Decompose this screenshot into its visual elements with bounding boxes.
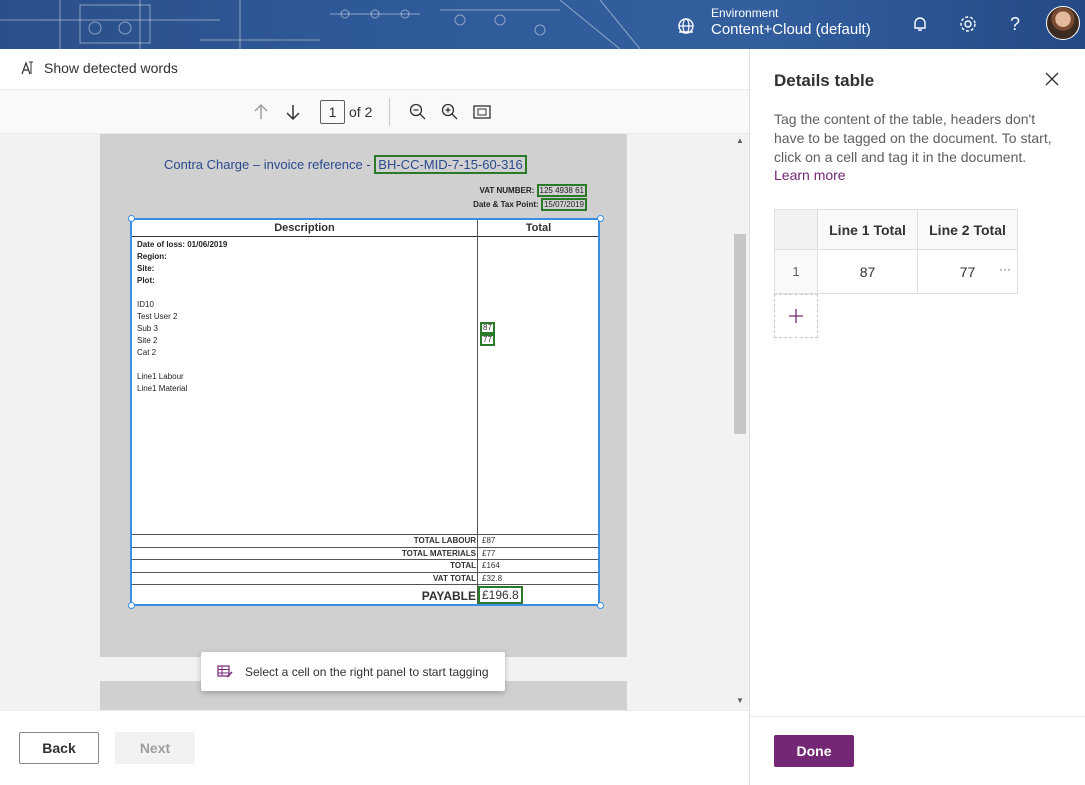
toolbar-divider	[389, 98, 390, 126]
blueprint-banner	[0, 0, 641, 49]
table-selection-outline	[130, 218, 600, 606]
document-title: Contra Charge – invoice reference - BH-C…	[164, 155, 527, 174]
environment-label: Environment	[711, 6, 779, 20]
page-number-input[interactable]: 1	[320, 100, 345, 124]
column-header[interactable]: Line 1 Total	[817, 209, 918, 250]
vat-number-value[interactable]: 125 4938 61	[536, 184, 587, 197]
top-bar: Environment Content+Cloud (default) ?	[0, 0, 1085, 49]
command-bar: Show detected words	[0, 49, 749, 90]
panel-footer: Done	[750, 716, 1085, 785]
arrow-up-icon	[254, 103, 268, 119]
arrow-down-icon	[286, 105, 300, 121]
next-page-button[interactable]	[281, 100, 305, 124]
zoom-in-icon	[441, 103, 458, 120]
environment-globe-icon	[678, 18, 694, 34]
column-header[interactable]: Line 2 Total	[917, 209, 1018, 250]
zoom-out-icon	[409, 103, 426, 120]
viewer-toolbar: 1 of 2	[0, 90, 749, 134]
document-viewer[interactable]: Contra Charge – invoice reference - BH-C…	[0, 134, 749, 710]
close-icon	[1045, 72, 1059, 86]
environment-value: Content+Cloud (default)	[711, 21, 871, 38]
show-detected-words-label: Show detected words	[44, 60, 178, 76]
back-button[interactable]: Back	[19, 732, 99, 764]
tax-point-label: Date & Tax Point:	[473, 200, 539, 209]
panel-description: Tag the content of the table, headers do…	[774, 111, 1052, 165]
gear-icon[interactable]	[957, 13, 979, 35]
selection-handle[interactable]	[128, 602, 135, 609]
avatar[interactable]	[1046, 6, 1080, 40]
document-title-prefix: Contra Charge – invoice reference -	[164, 157, 371, 172]
tax-point-line: Date & Tax Point: 15/07/2019	[473, 198, 587, 211]
show-detected-words-button[interactable]: Show detected words	[20, 60, 178, 76]
help-icon[interactable]: ?	[1004, 13, 1026, 35]
fit-page-icon	[473, 105, 491, 119]
table-cell[interactable]: 77 ···	[917, 249, 1018, 294]
row-number: 1	[774, 249, 818, 294]
table-cell-value: 77	[959, 263, 976, 280]
panel-title: Details table	[774, 71, 875, 90]
document-page: Contra Charge – invoice reference - BH-C…	[100, 134, 627, 657]
tagging-hint-toast: Select a cell on the right panel to star…	[201, 652, 505, 691]
toast-text: Select a cell on the right panel to star…	[245, 664, 489, 679]
plus-icon	[789, 309, 803, 323]
previous-page-button[interactable]	[249, 100, 273, 124]
zoom-out-button[interactable]	[406, 100, 430, 124]
zoom-in-button[interactable]	[438, 100, 462, 124]
done-button[interactable]: Done	[774, 735, 854, 767]
table-corner-cell	[774, 209, 818, 250]
page-count: of 2	[349, 104, 373, 120]
add-row-button[interactable]	[774, 294, 818, 338]
scrollbar-thumb[interactable]	[734, 234, 746, 434]
scroll-up-icon[interactable]: ▲	[736, 136, 744, 145]
bell-icon[interactable]	[909, 13, 931, 35]
vat-number-line: VAT NUMBER: 125 4938 61	[479, 184, 587, 197]
selection-handle[interactable]	[597, 215, 604, 222]
viewer-scrollbar[interactable]: ▲ ▼	[733, 134, 747, 710]
details-table-panel: Details table Tag the content of the tab…	[749, 49, 1085, 785]
fit-to-page-button[interactable]	[470, 100, 494, 124]
selection-handle[interactable]	[597, 602, 604, 609]
next-button[interactable]: Next	[115, 732, 195, 764]
vat-number-label: VAT NUMBER:	[479, 186, 535, 195]
selection-handle[interactable]	[128, 215, 135, 222]
detected-words-icon	[21, 61, 33, 75]
scroll-down-icon[interactable]: ▼	[736, 696, 744, 705]
invoice-reference[interactable]: BH-CC-MID-7-15-60-316	[374, 155, 527, 174]
wizard-footer: Back Next	[0, 710, 749, 785]
table-cell[interactable]: 87	[817, 249, 918, 294]
close-button[interactable]	[1042, 69, 1062, 89]
learn-more-link[interactable]: Learn more	[774, 167, 846, 183]
tag-table-icon	[217, 664, 233, 678]
more-options-icon[interactable]: ···	[999, 262, 1011, 276]
tax-point-value[interactable]: 15/07/2019	[540, 198, 587, 211]
